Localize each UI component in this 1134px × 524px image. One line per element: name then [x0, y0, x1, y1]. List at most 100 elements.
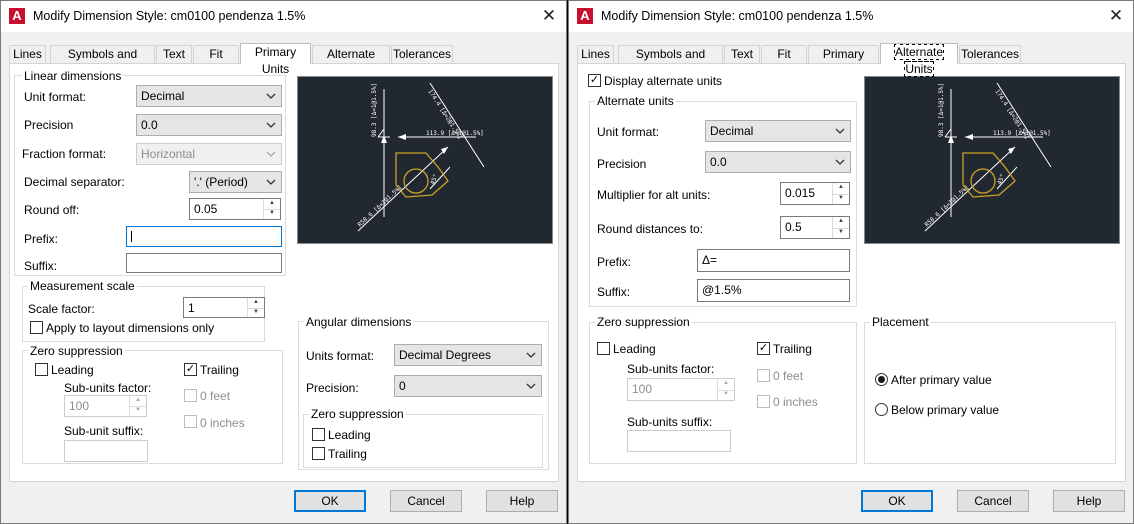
cancel-button[interactable]: Cancel	[390, 490, 462, 512]
placement-label: Placement	[870, 315, 931, 329]
alt-prefix-value: Δ=	[702, 253, 718, 267]
alt-prefix-label: Prefix:	[597, 255, 632, 269]
spin-down-icon[interactable]: ▼	[248, 308, 264, 318]
trailing-checkbox[interactable]: ✓	[184, 363, 197, 376]
angular-dimensions-label: Angular dimensions	[304, 315, 414, 329]
after-primary-label: After primary value	[891, 373, 992, 387]
round-distances-spinner[interactable]: 0.5 ▲ ▼	[780, 216, 850, 239]
multiplier-value: 0.015	[785, 186, 816, 200]
tab-tolerances[interactable]: Tolerances	[959, 45, 1021, 63]
after-primary-radio[interactable]	[875, 373, 888, 386]
tab-symbols-and-arrows[interactable]: Symbols and Arrows	[50, 45, 155, 78]
angular-trailing-label: Trailing	[328, 447, 367, 461]
round-off-spinner[interactable]: 0.05 ▲ ▼	[189, 198, 281, 220]
alt-leading-label: Leading	[613, 342, 656, 356]
spin-down-icon[interactable]: ▼	[833, 194, 849, 205]
round-distances-label: Round distances to:	[597, 222, 704, 236]
tab-text[interactable]: Text	[724, 45, 760, 63]
alt-trailing-checkbox[interactable]: ✓	[757, 342, 770, 355]
left-dialog: A Modify Dimension Style: cm0100 pendenz…	[0, 0, 567, 524]
chevron-down-icon	[266, 151, 276, 157]
spinner-buttons[interactable]: ▲ ▼	[832, 217, 849, 238]
help-button[interactable]: Help	[1053, 490, 1125, 512]
below-primary-radio[interactable]	[875, 403, 888, 416]
apply-layout-checkbox[interactable]	[30, 321, 43, 334]
tab-tolerances[interactable]: Tolerances	[391, 45, 453, 63]
alt-sub-units-factor-spinner: 100 ▲ ▼	[627, 378, 735, 401]
tab-primary-units[interactable]: Primary Units	[808, 45, 879, 78]
close-icon[interactable]: ✕	[1099, 1, 1133, 32]
decimal-separator-select[interactable]: '.' (Period)	[189, 171, 282, 193]
alt-leading-checkbox[interactable]	[597, 342, 610, 355]
multiplier-label: Multiplier for alt units:	[597, 188, 711, 202]
angular-precision-select[interactable]: 0	[394, 375, 542, 397]
ok-button[interactable]: OK	[861, 490, 933, 512]
spinner-buttons[interactable]: ▲ ▼	[832, 183, 849, 204]
suffix-label: Suffix:	[24, 259, 58, 273]
tab-primary-units[interactable]: Primary Units	[240, 43, 311, 76]
suffix-input[interactable]	[126, 253, 282, 273]
alt-suffix-input[interactable]: @1.5%	[697, 279, 850, 302]
chevron-down-icon	[266, 122, 276, 128]
tab-lines[interactable]: Lines	[577, 45, 614, 63]
sub-unit-suffix-input	[64, 440, 148, 462]
dialog-title: Modify Dimension Style: cm0100 pendenza …	[33, 9, 306, 23]
spin-down-icon[interactable]: ▼	[833, 228, 849, 239]
dimension-preview: 98.3 [Δ=1@1.5%] 113.9 [Δ=1@1.5%] 174.4 […	[864, 76, 1120, 244]
angular-trailing-checkbox[interactable]	[312, 447, 325, 460]
alt-sub-units-factor-value: 100	[632, 382, 653, 396]
alt-sub-units-suffix-input	[627, 430, 731, 452]
tab-text[interactable]: Text	[156, 45, 192, 63]
precision-select[interactable]: 0.0	[136, 114, 282, 136]
prefix-input[interactable]	[126, 226, 282, 247]
round-off-label: Round off:	[24, 203, 80, 217]
spin-down-icon[interactable]: ▼	[264, 209, 280, 219]
multiplier-spinner[interactable]: 0.015 ▲ ▼	[780, 182, 850, 205]
decimal-separator-value: '.' (Period)	[194, 175, 248, 189]
help-button[interactable]: Help	[486, 490, 558, 512]
cancel-button[interactable]: Cancel	[957, 490, 1029, 512]
tab-symbols-and-arrows[interactable]: Symbols and Arrows	[618, 45, 723, 78]
angular-leading-checkbox[interactable]	[312, 428, 325, 441]
scale-factor-spinner[interactable]: 1 ▲ ▼	[183, 297, 265, 318]
leading-checkbox[interactable]	[35, 363, 48, 376]
display-alternate-units-label: Display alternate units	[604, 74, 723, 88]
unit-format-select[interactable]: Decimal	[136, 85, 282, 107]
spinner-buttons[interactable]: ▲ ▼	[247, 298, 264, 317]
tab-fit[interactable]: Fit	[761, 45, 807, 63]
alt-precision-select[interactable]: 0.0	[705, 151, 851, 173]
title-bar: A Modify Dimension Style: cm0100 pendenz…	[569, 1, 1133, 32]
alt-trailing-label: Trailing	[773, 342, 812, 356]
alt-zero-inches-label: 0 inches	[773, 395, 818, 409]
alt-prefix-input[interactable]: Δ=	[697, 249, 850, 272]
dimension-preview: 98.3 [Δ=1@1.5%] 113.9 [Δ=1@1.5%] 174.4 […	[297, 76, 553, 244]
spinner-buttons: ▲ ▼	[717, 379, 734, 400]
chevron-down-icon	[835, 159, 845, 165]
tab-fit[interactable]: Fit	[193, 45, 239, 63]
fraction-format-label: Fraction format:	[22, 147, 107, 161]
angular-precision-label: Precision:	[306, 381, 359, 395]
close-icon[interactable]: ✕	[532, 1, 566, 32]
tab-alternate-units[interactable]: Alternate Units	[880, 43, 958, 77]
sub-units-factor-value: 100	[69, 399, 90, 413]
angular-units-format-select[interactable]: Decimal Degrees	[394, 344, 542, 366]
zero-inches-checkbox	[184, 415, 197, 428]
alt-zero-inches-checkbox	[757, 395, 770, 408]
chevron-down-icon	[526, 352, 536, 358]
tab-alternate-units[interactable]: Alternate Units	[312, 45, 390, 78]
fraction-format-value: Horizontal	[141, 147, 196, 161]
chevron-down-icon	[266, 179, 276, 185]
trailing-label: Trailing	[200, 363, 239, 377]
tab-lines[interactable]: Lines	[9, 45, 46, 63]
spinner-buttons[interactable]: ▲ ▼	[263, 199, 280, 219]
right-dialog: A Modify Dimension Style: cm0100 pendenz…	[568, 0, 1134, 524]
display-alternate-units-checkbox[interactable]: ✓	[588, 74, 601, 87]
unit-format-label: Unit format:	[24, 90, 87, 104]
autocad-logo-icon: A	[577, 8, 593, 24]
alt-unit-format-select[interactable]: Decimal	[705, 120, 851, 142]
chevron-down-icon	[526, 383, 536, 389]
alt-precision-label: Precision	[597, 157, 647, 171]
ok-button[interactable]: OK	[294, 490, 366, 512]
spinner-buttons: ▲ ▼	[129, 396, 146, 416]
sub-units-factor-spinner: 100 ▲ ▼	[64, 395, 147, 417]
